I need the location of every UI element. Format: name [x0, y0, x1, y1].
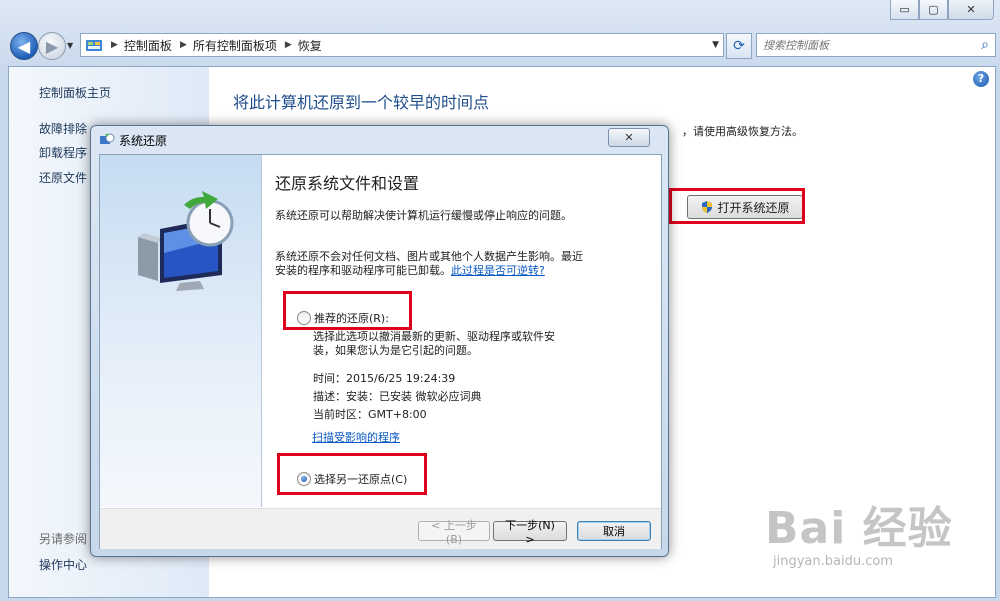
help-icon[interactable]: ?	[973, 71, 989, 87]
highlight-box-other-point	[277, 453, 427, 495]
restore-timezone-row: 当前时区：GMT+8:00	[313, 408, 427, 422]
breadcrumb-separator[interactable]: ▶	[180, 40, 187, 50]
restore-desc-row: 描述：安装：已安装 微软必应词典	[313, 390, 482, 404]
watermark-url: jingyan.baidu.com	[773, 554, 893, 569]
minimize-button[interactable]: ▭	[890, 0, 919, 20]
time-value: 2015/6/25 19:24:39	[346, 372, 456, 385]
close-icon: ✕	[966, 3, 976, 16]
dialog-close-button[interactable]: ✕	[608, 128, 650, 147]
control-panel-icon	[86, 40, 102, 51]
refresh-icon: ⟳	[733, 38, 745, 54]
dialog-title: 系统还原	[119, 134, 168, 148]
desc-label: 描述：	[313, 390, 346, 403]
maximize-icon: ▢	[928, 3, 939, 16]
close-icon: ✕	[624, 131, 634, 144]
sidebar-home-link[interactable]: 控制面板主页	[39, 84, 111, 101]
address-dropdown-icon[interactable]: ▼	[712, 40, 719, 50]
next-step-button[interactable]: 下一步(N) >	[493, 519, 567, 546]
restore-time-row: 时间：2015/6/25 19:24:39	[313, 372, 455, 386]
scan-affected-programs-link[interactable]: 扫描受影响的程序	[312, 431, 400, 445]
breadcrumb-separator[interactable]: ▶	[285, 40, 292, 50]
time-label: 时间：	[313, 372, 346, 385]
minimize-icon: ▭	[899, 3, 910, 16]
watermark-logo-text: Bai 经验	[765, 503, 953, 554]
see-also-heading: 另请参阅	[39, 532, 88, 546]
recommended-desc-line-1: 选择此选项以撤消最新的更新、驱动程序或软件安	[313, 330, 555, 343]
back-button[interactable]: ◀	[10, 32, 38, 60]
recent-pages-dropdown[interactable]: ▼	[67, 41, 73, 50]
computer-clock-illustration	[138, 191, 234, 291]
desc-value: 安装：已安装 微软必应词典	[346, 390, 482, 403]
sidebar-item-uninstall[interactable]: 卸载程序	[39, 144, 87, 161]
window-caption-buttons: ▭ ▢ ✕	[890, 0, 994, 20]
intro-text: 系统还原可以帮助解决使计算机运行缓慢或停止响应的问题。	[275, 209, 572, 222]
system-restore-icon	[100, 133, 115, 144]
breadcrumb-separator[interactable]: ▶	[111, 40, 118, 50]
close-window-button[interactable]: ✕	[948, 0, 994, 20]
highlight-box-recommended	[283, 291, 412, 330]
dialog-side-panel	[100, 155, 262, 507]
navigation-bar: ◀ ▶ ▼ ▶ 控制面板 ▶ 所有控制面板项 ▶ 恢复 ▼ ⟳ ⌕	[8, 30, 996, 62]
cancel-button[interactable]: 取消	[577, 521, 651, 541]
dialog-footer: < 上一步(B) 下一步(N) > 取消	[100, 508, 661, 549]
notice-line-2: 安装的程序和驱动程序可能已卸载。此过程是否可逆转?	[275, 264, 545, 278]
forward-button[interactable]: ▶	[38, 32, 66, 60]
back-step-button[interactable]: < 上一步(B)	[418, 519, 490, 546]
breadcrumb-all-items[interactable]: 所有控制面板项	[193, 37, 277, 54]
sidebar-item-troubleshoot[interactable]: 故障排除	[39, 120, 87, 137]
timezone-label: 当前时区：	[313, 408, 368, 421]
notice-line-2-text: 安装的程序和驱动程序可能已卸载。	[275, 264, 451, 277]
sidebar-item-restore-files[interactable]: 还原文件	[39, 169, 87, 186]
maximize-button[interactable]: ▢	[919, 0, 948, 20]
page-title: 将此计算机还原到一个较早的时间点	[233, 93, 490, 112]
breadcrumb-recovery[interactable]: 恢复	[298, 37, 322, 54]
reversible-link[interactable]: 此过程是否可逆转?	[451, 264, 545, 277]
search-box[interactable]: ⌕	[756, 33, 996, 57]
search-input[interactable]	[757, 37, 975, 53]
notice-line-1: 系统还原不会对任何文档、图片或其他个人数据产生影响。最近	[275, 250, 583, 263]
address-bar[interactable]: ▶ 控制面板 ▶ 所有控制面板项 ▶ 恢复 ▼	[80, 33, 724, 57]
search-icon[interactable]: ⌕	[975, 37, 995, 53]
timezone-value: GMT+8:00	[368, 408, 427, 421]
sidebar-item-action-center[interactable]: 操作中心	[39, 556, 87, 573]
recommended-desc-line-2: 装，如果您认为是它引起的问题。	[313, 344, 478, 357]
dialog-heading: 还原系统文件和设置	[275, 174, 420, 193]
highlight-box-open-restore	[669, 188, 805, 224]
breadcrumb-control-panel[interactable]: 控制面板	[124, 37, 172, 54]
baidu-watermark: Bai 经验 jingyan.baidu.com	[765, 492, 952, 577]
refresh-button[interactable]: ⟳	[726, 33, 752, 59]
